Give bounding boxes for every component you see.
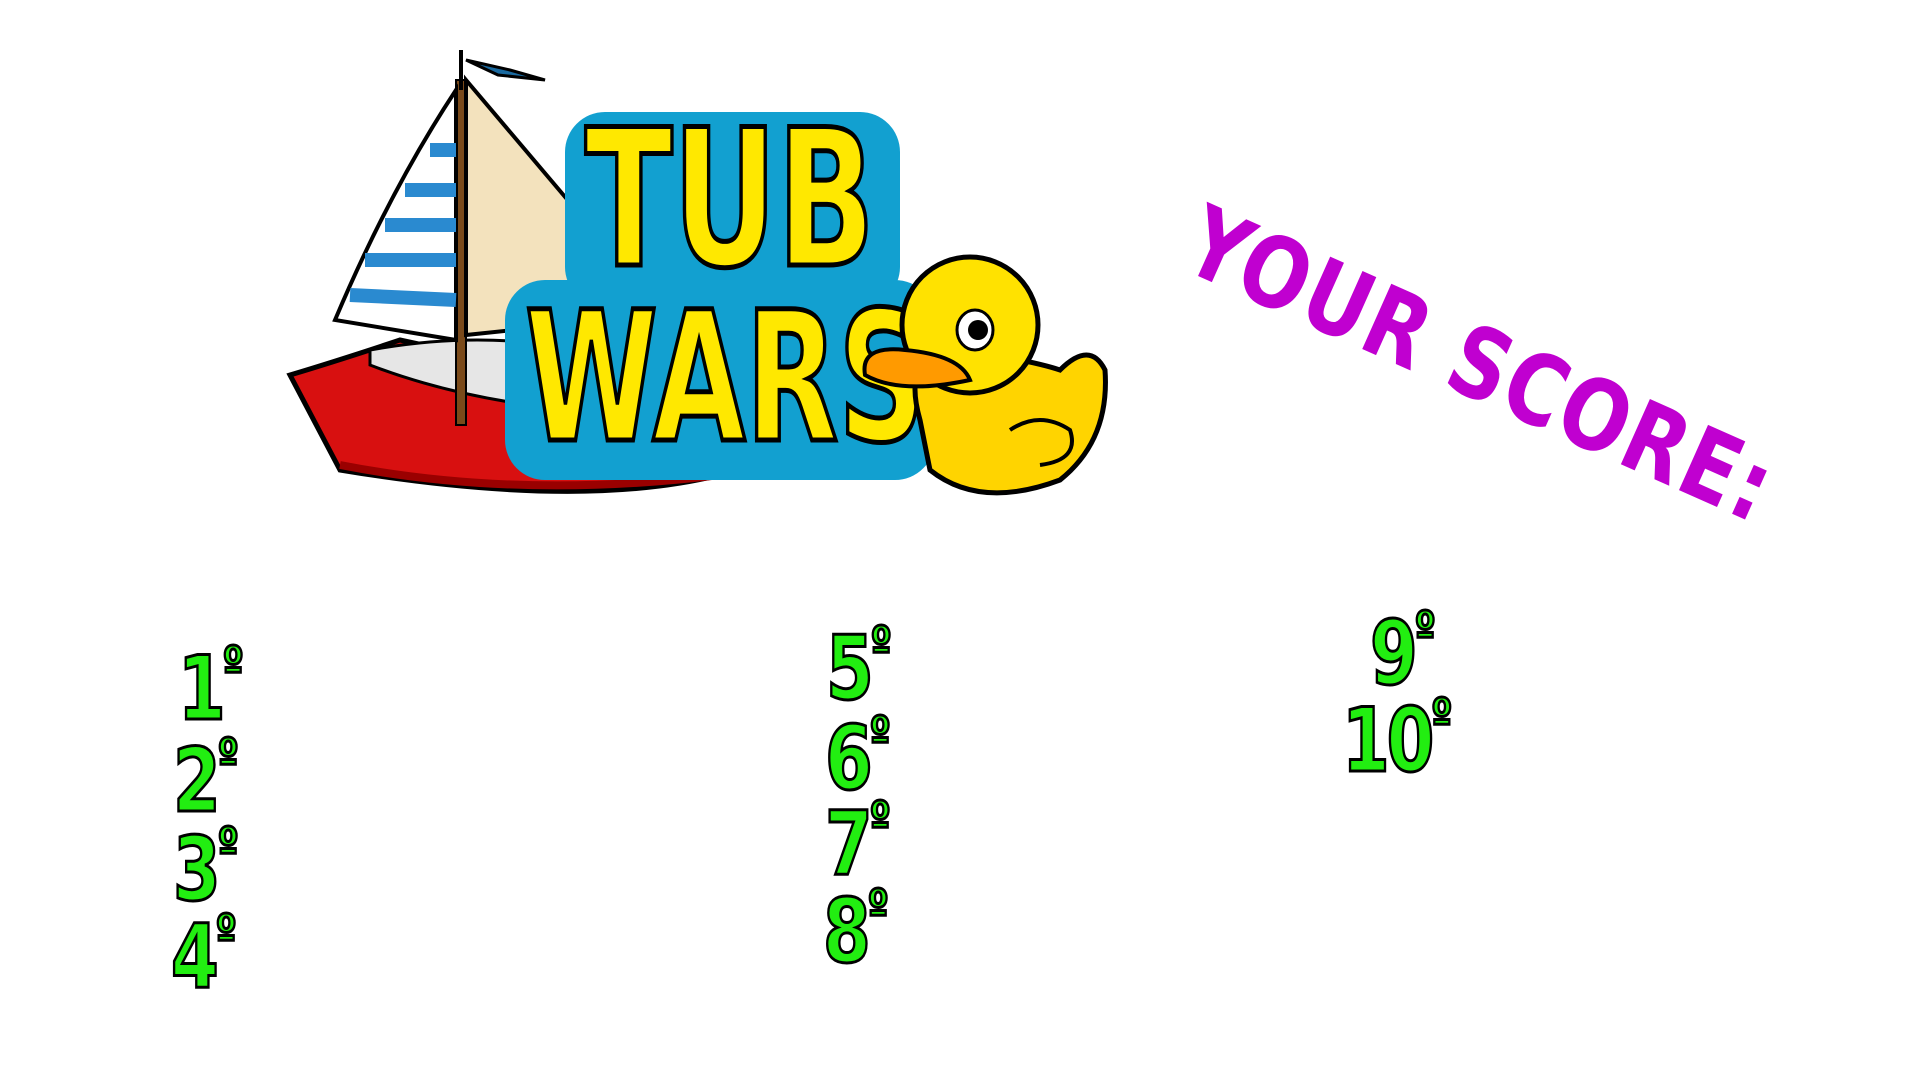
rank-7: 7º (824, 795, 892, 890)
rank-6: 6º (824, 710, 892, 805)
rank-number: 2 (172, 729, 222, 832)
rank-4: 4º (170, 908, 238, 1003)
logo-illustration: TUB WARS (286, 50, 1108, 496)
rank-number: 10 (1341, 689, 1436, 792)
your-score-heading: YOUR SCORE: (1168, 185, 1792, 546)
rank-8: 8º (822, 883, 890, 978)
logo-title-line2: WARS (525, 274, 925, 483)
ordinal-suffix: º (216, 818, 239, 874)
rank-3: 3º (172, 821, 240, 916)
rank-number: 8 (822, 880, 872, 983)
ordinal-suffix: º (1413, 602, 1436, 658)
title-plate: TUB WARS (505, 87, 935, 486)
rank-number: 1 (177, 637, 227, 740)
ordinal-suffix: º (868, 792, 891, 848)
rank-5: 5º (825, 620, 893, 715)
ordinal-suffix: º (214, 905, 237, 961)
ordinal-suffix: º (216, 729, 239, 785)
ordinal-suffix: º (221, 637, 244, 693)
rank-1: 1º (177, 640, 245, 735)
rank-2: 2º (172, 732, 240, 827)
ordinal-suffix: º (869, 617, 892, 673)
rank-number: 5 (825, 617, 875, 720)
rank-10: 10º (1341, 692, 1454, 787)
ordinal-suffix: º (868, 707, 891, 763)
rank-number: 4 (170, 905, 220, 1008)
tub-wars-logo: TUB WARS (280, 20, 1120, 510)
rank-9: 9º (1369, 605, 1437, 700)
ordinal-suffix: º (1430, 689, 1453, 745)
ordinal-suffix: º (866, 880, 889, 936)
